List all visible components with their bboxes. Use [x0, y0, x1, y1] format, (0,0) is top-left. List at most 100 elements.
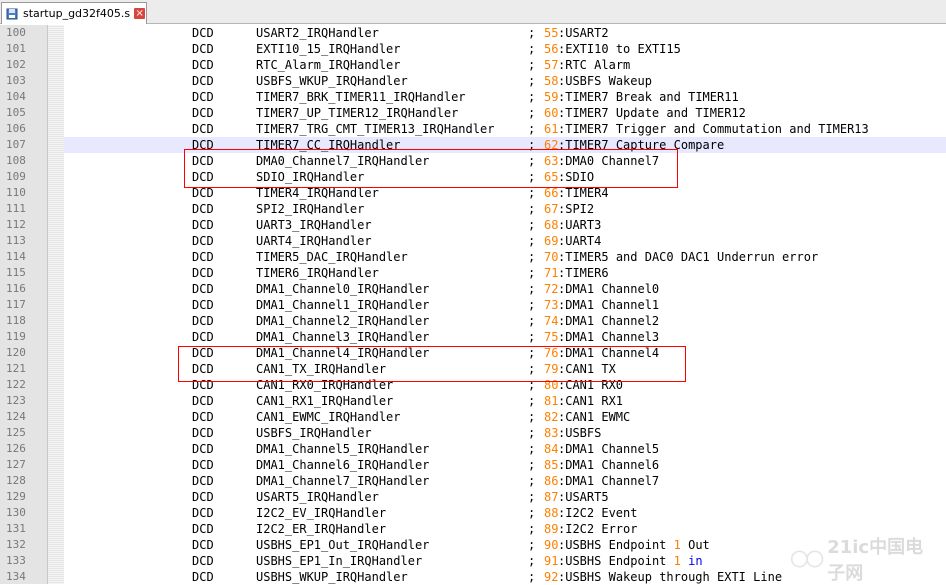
- code-line[interactable]: 105 DCD TIMER7_UP_TIMER12_IRQHandler; 60:TI…: [0, 105, 946, 121]
- code-line[interactable]: 118 DCD DMA1_Channel2_IRQHandler; 74:DMA1 C…: [0, 313, 946, 329]
- comment-semicolon: ;: [528, 538, 536, 552]
- code-line[interactable]: 107 DCD TIMER7_CC_IRQHandler; 62:TIMER7 Cap…: [0, 137, 946, 153]
- code-text: DCD DMA0_Channel7_IRQHandler; 63:DMA0 Chan…: [64, 153, 946, 169]
- irq-number: 57: [544, 58, 559, 72]
- line-number: 112: [6, 218, 26, 231]
- irq-description: :DMA1 Channel6: [558, 458, 660, 472]
- code-line[interactable]: 124 DCD CAN1_EWMC_IRQHandler; 82:CAN1 EWMC: [0, 409, 946, 425]
- irq-description: :CAN1 TX: [558, 362, 616, 376]
- handler-name: DMA0_Channel7_IRQHandler: [256, 154, 430, 168]
- code-line[interactable]: 102 DCD RTC_Alarm_IRQHandler; 57:RTC Alarm: [0, 57, 946, 73]
- code-line[interactable]: 101 DCD EXTI10_15_IRQHandler; 56:EXTI10 to …: [0, 41, 946, 57]
- code-line[interactable]: 125 DCD USBFS_IRQHandler; 83:USBFS: [0, 425, 946, 441]
- code-editor[interactable]: 100 DCD USART2_IRQHandler; 55:USART2 101 DCD E…: [0, 25, 946, 584]
- code-line[interactable]: 122 DCD CAN1_RX0_IRQHandler; 80:CAN1 RX0: [0, 377, 946, 393]
- irq-number: 65: [544, 170, 559, 184]
- line-number: 114: [6, 250, 26, 263]
- handler-name: USBFS_IRQHandler: [256, 426, 372, 440]
- irq-number: 67: [544, 202, 559, 216]
- irq-number: 71: [544, 266, 559, 280]
- comment-semicolon: ;: [528, 346, 536, 360]
- code-text: DCD I2C2_ER_IRQHandler; 89:I2C2 Error: [64, 521, 946, 537]
- line-number: 129: [6, 490, 26, 503]
- handler-name: UART4_IRQHandler: [256, 234, 372, 248]
- line-number: 121: [6, 362, 26, 375]
- irq-number: 58: [544, 74, 559, 88]
- code-line[interactable]: 123 DCD CAN1_RX1_IRQHandler; 81:CAN1 RX1: [0, 393, 946, 409]
- irq-number: 69: [544, 234, 559, 248]
- code-line[interactable]: 120 DCD DMA1_Channel4_IRQHandler; 76:DMA1 C…: [0, 345, 946, 361]
- line-number: 109: [6, 170, 26, 183]
- handler-name: DMA1_Channel1_IRQHandler: [256, 298, 430, 312]
- irq-description: :USBHS Endpoint 1 in: [558, 554, 703, 568]
- code-line[interactable]: 110 DCD TIMER4_IRQHandler; 66:TIMER4: [0, 185, 946, 201]
- code-text: DCD RTC_Alarm_IRQHandler; 57:RTC Alarm: [64, 57, 946, 73]
- irq-description: :USART2: [558, 26, 609, 40]
- code-line[interactable]: 119 DCD DMA1_Channel3_IRQHandler; 75:DMA1 C…: [0, 329, 946, 345]
- handler-name: TIMER6_IRQHandler: [256, 266, 379, 280]
- irq-number: 59: [544, 90, 559, 104]
- comment-semicolon: ;: [528, 314, 536, 328]
- directive: DCD: [192, 314, 214, 328]
- irq-description: :DMA1 Channel2: [558, 314, 660, 328]
- irq-description: :DMA1 Channel1: [558, 298, 660, 312]
- handler-name: USART2_IRQHandler: [256, 26, 379, 40]
- close-icon[interactable]: ×: [134, 8, 146, 19]
- code-line[interactable]: 104 DCD TIMER7_BRK_TIMER11_IRQHandler; 59:T…: [0, 89, 946, 105]
- line-number: 102: [6, 58, 26, 71]
- code-line[interactable]: 127 DCD DMA1_Channel6_IRQHandler; 85:DMA1 C…: [0, 457, 946, 473]
- code-line[interactable]: 109 DCD SDIO_IRQHandler; 65:SDIO: [0, 169, 946, 185]
- irq-description: :I2C2 Event: [558, 506, 638, 520]
- irq-number: 86: [544, 474, 559, 488]
- code-line[interactable]: 112 DCD UART3_IRQHandler; 68:UART3: [0, 217, 946, 233]
- irq-description: :UART4: [558, 234, 602, 248]
- code-line[interactable]: 129 DCD USART5_IRQHandler; 87:USART5: [0, 489, 946, 505]
- code-text: DCD CAN1_EWMC_IRQHandler; 82:CAN1 EWMC: [64, 409, 946, 425]
- code-text: DCD CAN1_TX_IRQHandler; 79:CAN1 TX: [64, 361, 946, 377]
- file-tab[interactable]: startup_gd32f405.s ×: [1, 2, 147, 24]
- comment-semicolon: ;: [528, 362, 536, 376]
- code-text: DCD DMA1_Channel2_IRQHandler; 74:DMA1 Chan…: [64, 313, 946, 329]
- line-number: 126: [6, 442, 26, 455]
- code-line[interactable]: 103 DCD USBFS_WKUP_IRQHandler; 58:USBFS Wak…: [0, 73, 946, 89]
- irq-number: 76: [544, 346, 559, 360]
- code-line[interactable]: 100 DCD USART2_IRQHandler; 55:USART2: [0, 25, 946, 41]
- directive: DCD: [192, 378, 214, 392]
- code-text: DCD TIMER7_CC_IRQHandler; 62:TIMER7 Captur…: [64, 137, 946, 153]
- line-number: 120: [6, 346, 26, 359]
- code-text: DCD DMA1_Channel1_IRQHandler; 73:DMA1 Chan…: [64, 297, 946, 313]
- code-line[interactable]: 131 DCD I2C2_ER_IRQHandler; 89:I2C2 Error: [0, 521, 946, 537]
- comment-semicolon: ;: [528, 282, 536, 296]
- directive: DCD: [192, 458, 214, 472]
- handler-name: DMA1_Channel2_IRQHandler: [256, 314, 430, 328]
- code-line[interactable]: 108 DCD DMA0_Channel7_IRQHandler; 63:DMA0 C…: [0, 153, 946, 169]
- irq-number: 92: [544, 570, 559, 584]
- irq-number: 87: [544, 490, 559, 504]
- irq-number: 56: [544, 42, 559, 56]
- code-line[interactable]: 116 DCD DMA1_Channel0_IRQHandler; 72:DMA1 C…: [0, 281, 946, 297]
- code-line[interactable]: 130 DCD I2C2_EV_IRQHandler; 88:I2C2 Event: [0, 505, 946, 521]
- handler-name: CAN1_RX1_IRQHandler: [256, 394, 394, 408]
- irq-number: 85: [544, 458, 559, 472]
- code-text: DCD USBFS_IRQHandler; 83:USBFS: [64, 425, 946, 441]
- code-line[interactable]: 111 DCD SPI2_IRQHandler; 67:SPI2: [0, 201, 946, 217]
- irq-number: 74: [544, 314, 559, 328]
- line-number: 116: [6, 282, 26, 295]
- code-line[interactable]: 113 DCD UART4_IRQHandler; 69:UART4: [0, 233, 946, 249]
- code-line[interactable]: 114 DCD TIMER5_DAC_IRQHandler; 70:TIMER5 an…: [0, 249, 946, 265]
- line-number: 105: [6, 106, 26, 119]
- code-line[interactable]: 126 DCD DMA1_Channel5_IRQHandler; 84:DMA1 C…: [0, 441, 946, 457]
- code-text: DCD DMA1_Channel0_IRQHandler; 72:DMA1 Chan…: [64, 281, 946, 297]
- handler-name: DMA1_Channel3_IRQHandler: [256, 330, 430, 344]
- directive: DCD: [192, 90, 214, 104]
- handler-name: USBHS_EP1_In_IRQHandler: [256, 554, 423, 568]
- code-line[interactable]: 121 DCD CAN1_TX_IRQHandler; 79:CAN1 TX: [0, 361, 946, 377]
- code-line[interactable]: 115 DCD TIMER6_IRQHandler; 71:TIMER6: [0, 265, 946, 281]
- handler-name: USBFS_WKUP_IRQHandler: [256, 74, 408, 88]
- code-text: DCD USBFS_WKUP_IRQHandler; 58:USBFS Wakeup: [64, 73, 946, 89]
- code-line[interactable]: 106 DCD TIMER7_TRG_CMT_TIMER13_IRQHandler;…: [0, 121, 946, 137]
- comment-semicolon: ;: [528, 26, 536, 40]
- code-line[interactable]: 117 DCD DMA1_Channel1_IRQHandler; 73:DMA1 C…: [0, 297, 946, 313]
- code-line[interactable]: 128 DCD DMA1_Channel7_IRQHandler; 86:DMA1 C…: [0, 473, 946, 489]
- comment-semicolon: ;: [528, 234, 536, 248]
